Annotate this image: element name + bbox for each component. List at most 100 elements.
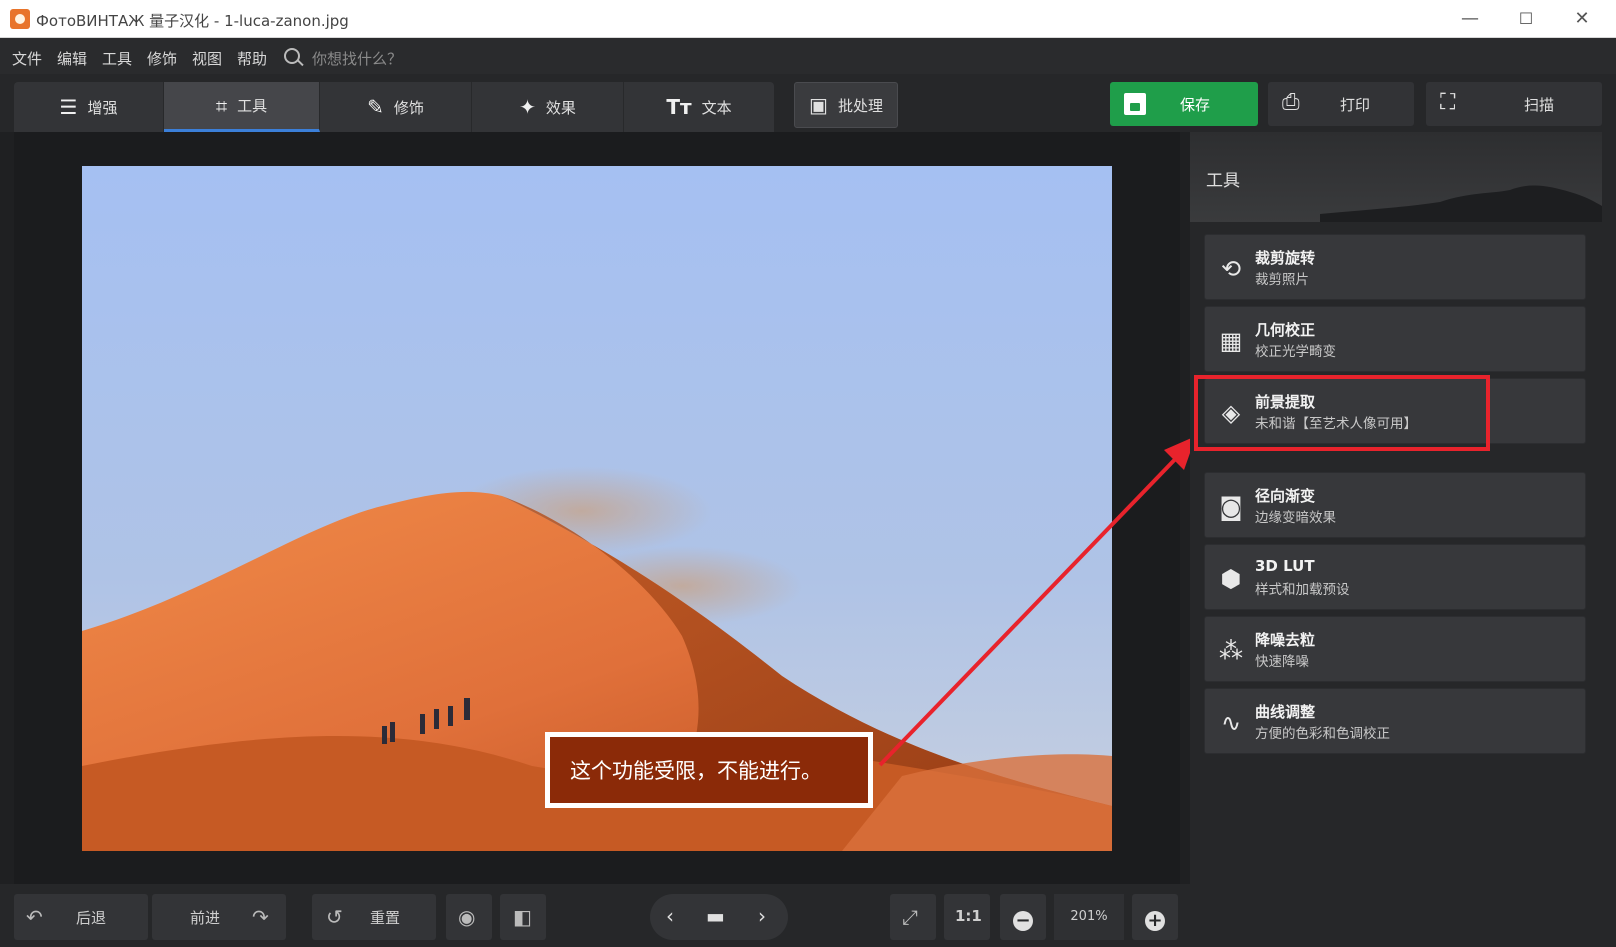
menu-bar: 文件 编辑 工具 修饰 视图 帮助 你想找什么？ <box>0 38 1616 74</box>
folder-icon[interactable]: ▬ <box>706 904 725 928</box>
menu-help[interactable]: 帮助 <box>237 48 267 69</box>
batch-button[interactable]: ▣ 批处理 <box>794 82 898 128</box>
reset-button[interactable]: ↺ 重置 <box>312 894 436 940</box>
main-toolbar: ☰ 增强 ⌗ 工具 ✎ 修饰 ✦ 效果 Tт 文本 ▣ 批处理 保存 ⎙ 打印 … <box>0 74 1616 132</box>
tab-effects[interactable]: ✦ 效果 <box>472 82 624 132</box>
tool-subtitle: 裁剪照片 <box>1255 272 1309 288</box>
undo-icon: ↶ <box>26 905 43 929</box>
bottom-bar: ↶ 后退 前进 ↷ ↺ 重置 ◉ ◧ ‹ ▬ › ⤢ 1:1 − 201% + <box>0 884 1190 947</box>
plus-icon: + <box>1145 907 1165 931</box>
tool-subtitle: 快速降噪 <box>1255 654 1309 670</box>
tab-group: ☰ 增强 ⌗ 工具 ✎ 修饰 ✦ 效果 Tт 文本 <box>14 82 774 132</box>
file-navigation: ‹ ▬ › <box>650 894 788 940</box>
tab-retouch[interactable]: ✎ 修饰 <box>320 82 472 132</box>
actual-size-button[interactable]: 1:1 <box>944 894 990 940</box>
menu-tools[interactable]: 工具 <box>102 48 132 69</box>
window-title: ФотоВИНТАЖ 量子汉化 - 1-luca-zanon.jpg <box>36 12 349 30</box>
app-logo-icon <box>10 9 30 29</box>
menu-file[interactable]: 文件 <box>12 48 42 69</box>
floppy-disk-icon <box>1124 93 1146 115</box>
printer-icon: ⎙ <box>1282 90 1300 115</box>
batch-label: 批处理 <box>837 96 883 115</box>
tab-label: 修饰 <box>393 98 424 117</box>
restriction-notice: 这个功能受限，不能进行。 <box>545 732 873 808</box>
scan-button[interactable]: ⛶ 扫描 <box>1426 82 1602 126</box>
tool-title: 3D LUT <box>1255 557 1315 575</box>
tab-tools[interactable]: ⌗ 工具 <box>164 82 320 132</box>
search-icon[interactable] <box>284 48 300 64</box>
scan-label: 扫描 <box>1524 96 1555 114</box>
tool-radial-gradient[interactable]: ◙ 径向渐变 边缘变暗效果 <box>1204 472 1586 538</box>
tool-3d-lut[interactable]: ⬢ 3D LUT 样式和加载预设 <box>1204 544 1586 610</box>
undo-label: 后退 <box>76 909 107 927</box>
reset-icon: ↺ <box>326 905 343 929</box>
menu-edit[interactable]: 编辑 <box>57 48 87 69</box>
undo-button[interactable]: ↶ 后退 <box>14 894 148 940</box>
tab-enhance[interactable]: ☰ 增强 <box>14 82 164 132</box>
preview-button[interactable]: ◉ <box>446 894 492 940</box>
tab-label: 文本 <box>701 98 732 117</box>
compare-icon: ◧ <box>513 905 532 929</box>
tool-geometry[interactable]: ▦ 几何校正 校正光学畸变 <box>1204 306 1586 372</box>
minus-icon: − <box>1013 907 1033 931</box>
tab-label: 效果 <box>545 98 576 117</box>
tool-subtitle: 方便的色彩和色调校正 <box>1255 726 1390 742</box>
redo-button[interactable]: 前进 ↷ <box>152 894 286 940</box>
curve-icon: ∿ <box>1220 709 1242 737</box>
tool-subtitle: 校正光学畸变 <box>1255 344 1336 360</box>
menu-view[interactable]: 视图 <box>192 48 222 69</box>
reset-label: 重置 <box>370 909 401 927</box>
sliders-icon: ☰ <box>59 95 78 119</box>
next-image-icon[interactable]: › <box>758 904 766 928</box>
redo-label: 前进 <box>190 909 221 927</box>
tool-curves[interactable]: ∿ 曲线调整 方便的色彩和色调校正 <box>1204 688 1586 754</box>
zoom-out-button[interactable]: − <box>1000 894 1046 940</box>
search-input[interactable]: 你想找什么？ <box>312 48 402 69</box>
tool-denoise[interactable]: ⁂ 降噪去粒 快速降噪 <box>1204 616 1586 682</box>
panel-header: 工具 <box>1190 132 1602 222</box>
fit-screen-icon: ⤢ <box>902 905 918 929</box>
save-label: 保存 <box>1180 96 1211 114</box>
tool-title: 几何校正 <box>1255 321 1316 339</box>
tab-label: 增强 <box>87 98 118 117</box>
vignette-icon: ◙ <box>1219 493 1243 521</box>
tool-title: 裁剪旋转 <box>1255 249 1316 267</box>
zoom-level[interactable]: 201% <box>1054 894 1124 940</box>
zoom-in-button[interactable]: + <box>1132 894 1178 940</box>
redo-icon: ↷ <box>252 905 269 929</box>
title-bar: ФотоВИНТАЖ 量子汉化 - 1-luca-zanon.jpg — ☐ ✕ <box>0 0 1616 38</box>
fit-screen-button[interactable]: ⤢ <box>890 894 936 940</box>
eye-icon: ◉ <box>458 905 476 929</box>
menu-retouch[interactable]: 修饰 <box>147 48 177 69</box>
minimize-button[interactable]: — <box>1442 0 1498 38</box>
treeline-decoration <box>1320 185 1602 222</box>
magic-wand-icon: ✦ <box>519 95 536 119</box>
brush-icon: ✎ <box>367 95 384 119</box>
maximize-button[interactable]: ☐ <box>1498 0 1554 38</box>
tool-subtitle: 样式和加载预设 <box>1255 582 1350 598</box>
tool-title: 径向渐变 <box>1255 487 1316 505</box>
highlight-frame <box>1194 375 1490 451</box>
tab-text[interactable]: Tт 文本 <box>624 82 774 132</box>
tab-label: 工具 <box>237 97 268 115</box>
close-button[interactable]: ✕ <box>1554 0 1610 38</box>
prev-image-icon[interactable]: ‹ <box>666 904 674 928</box>
save-button[interactable]: 保存 <box>1110 82 1258 126</box>
compare-button[interactable]: ◧ <box>500 894 546 940</box>
panel-title: 工具 <box>1206 171 1240 191</box>
print-label: 打印 <box>1340 96 1371 114</box>
distortion-icon: ▦ <box>1219 327 1243 355</box>
crop-rotate-icon: ⟲ <box>1220 255 1242 283</box>
image-stack-icon: ▣ <box>809 93 828 117</box>
tool-title: 降噪去粒 <box>1255 631 1316 649</box>
cube-icon: ⬢ <box>1220 565 1242 593</box>
scan-frame-icon: ⛶ <box>1440 90 1456 115</box>
tool-subtitle: 边缘变暗效果 <box>1255 510 1336 526</box>
tools-panel: 工具 ⟲ 裁剪旋转 裁剪照片 ▦ 几何校正 校正光学畸变 ◈ 前景提取 未和谐【… <box>1190 132 1616 947</box>
text-icon: Tт <box>666 95 692 119</box>
tool-crop-rotate[interactable]: ⟲ 裁剪旋转 裁剪照片 <box>1204 234 1586 300</box>
actual-size-label: 1:1 <box>955 907 982 925</box>
print-button[interactable]: ⎙ 打印 <box>1268 82 1414 126</box>
noise-icon: ⁂ <box>1219 637 1243 665</box>
tool-title: 曲线调整 <box>1255 703 1316 721</box>
